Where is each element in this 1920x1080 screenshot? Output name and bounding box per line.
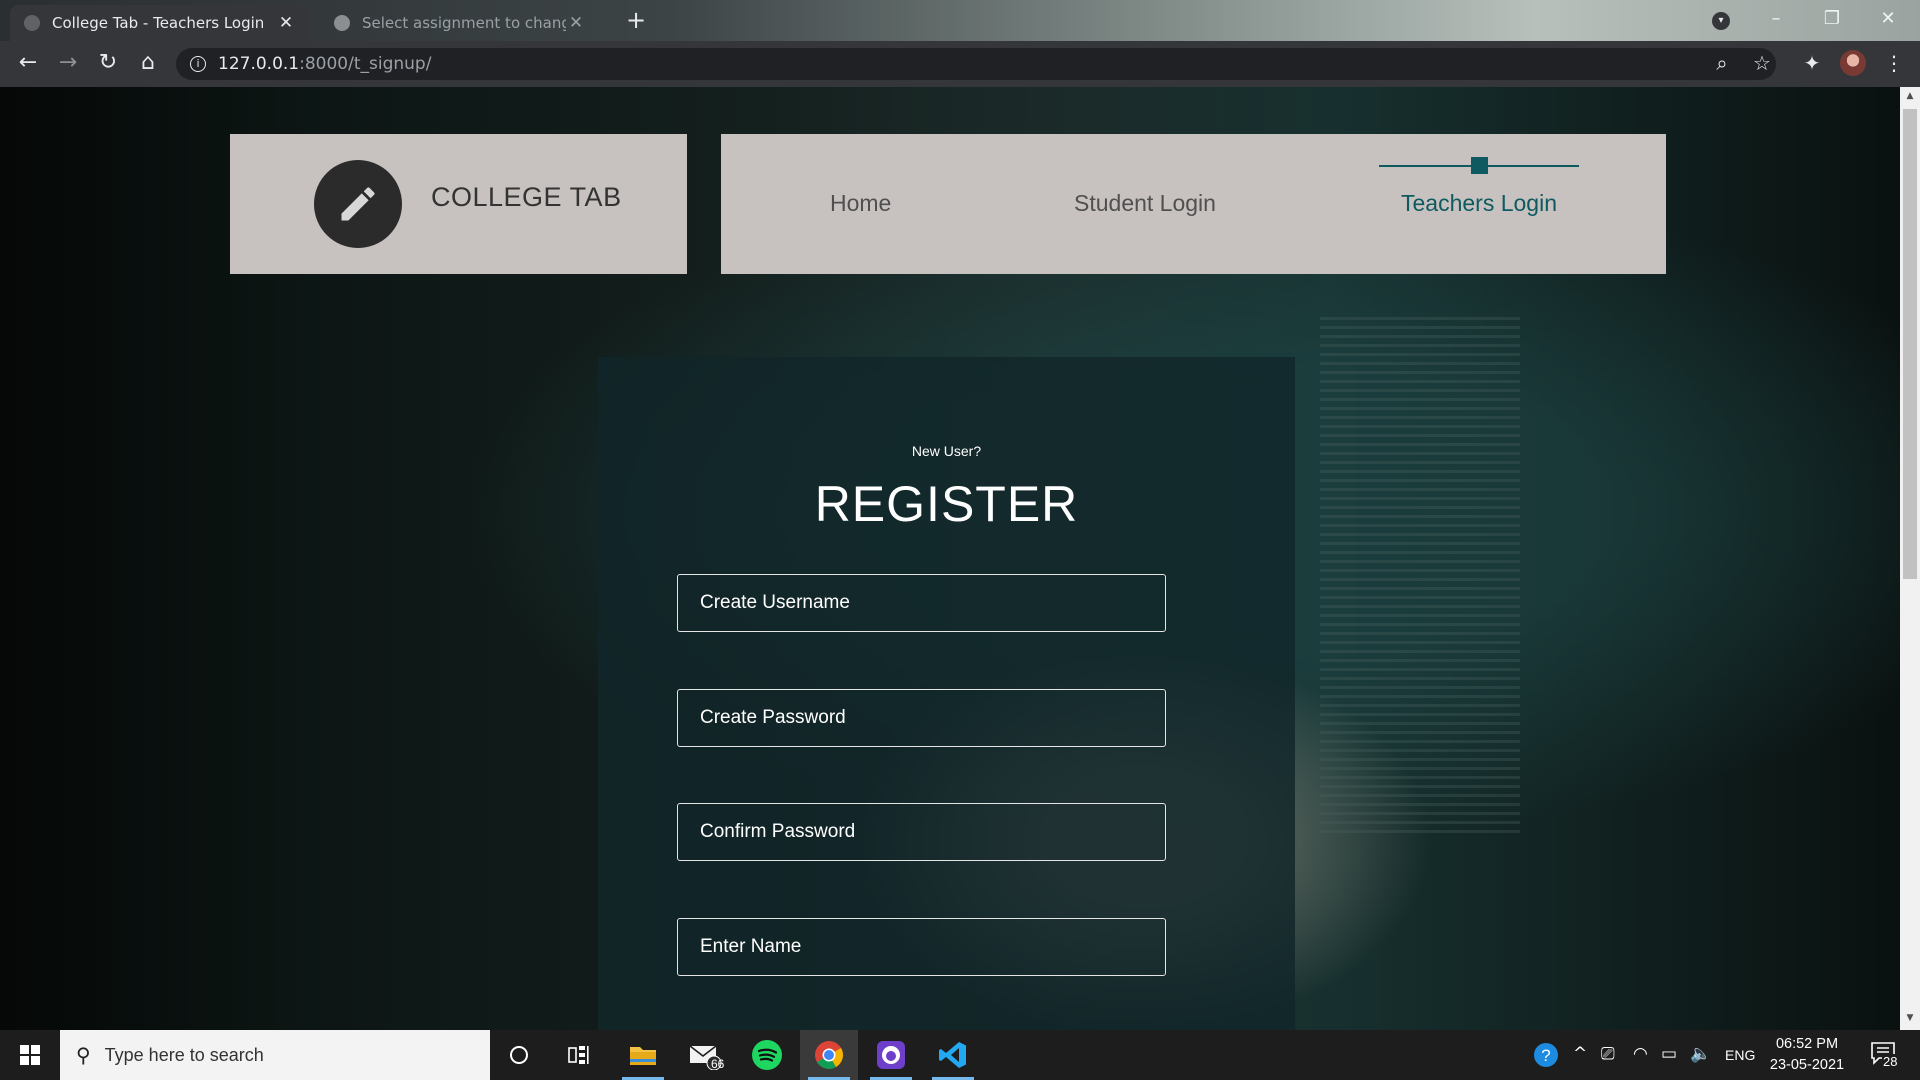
browser-menu-icon[interactable]: ⋮ — [1880, 51, 1908, 75]
url-path: :8000/t_signup/ — [299, 54, 432, 74]
main-nav: Home Student Login Teachers Login — [721, 134, 1666, 274]
url-host: 127.0.0.1 — [218, 54, 300, 74]
extensions-puzzle-icon[interactable]: ✦ — [1798, 51, 1826, 75]
page-scrollbar[interactable]: ▲ ▼ — [1900, 87, 1920, 1030]
taskbar-clock[interactable]: 06:52 PM 23-05-2021 — [1764, 1034, 1850, 1076]
tray-expand-chevron-icon[interactable]: ^ — [1573, 1044, 1587, 1064]
back-arrow-icon[interactable]: ← — [14, 50, 42, 75]
windows-start-icon[interactable] — [0, 1030, 60, 1080]
brand-name[interactable]: COLLEGE TAB — [431, 182, 622, 213]
name-input[interactable]: Enter Name — [677, 918, 1166, 976]
minimize-icon[interactable]: – — [1756, 8, 1796, 29]
tab-favicon-icon — [24, 15, 40, 31]
scroll-up-arrow-icon[interactable]: ▲ — [1900, 91, 1920, 101]
tab-close-icon[interactable]: ✕ — [276, 13, 296, 33]
logo-circle[interactable] — [314, 160, 402, 248]
nav-link-teachers-login[interactable]: Teachers Login — [1401, 190, 1557, 217]
scroll-down-arrow-icon[interactable]: ▼ — [1900, 1013, 1920, 1023]
background-photo — [1320, 317, 1520, 837]
zoom-icon[interactable]: ⌕ — [1708, 51, 1736, 75]
notification-count: 28 — [1882, 1054, 1899, 1069]
window-close-icon[interactable]: ✕ — [1868, 8, 1908, 29]
browser-tab-bar: College Tab - Teachers Login ✕ Select as… — [0, 0, 1920, 41]
register-form-panel: New User? REGISTER Create Username Creat… — [598, 357, 1295, 1030]
clock-time: 06:52 PM — [1775, 1036, 1839, 1052]
mail-badge: 66 — [711, 1057, 725, 1071]
site-info-icon[interactable]: i — [190, 56, 206, 72]
browser-toolbar: ← → ↻ ⌂ i 127.0.0.1:8000/t_signup/ ⌕ ☆ ✦… — [0, 41, 1920, 87]
tab-favicon-icon — [334, 15, 350, 31]
device-icon[interactable]: ⎚ — [1601, 1044, 1615, 1064]
profile-avatar[interactable] — [1840, 50, 1866, 76]
new-tab-plus-icon[interactable]: + — [626, 6, 646, 34]
logo-box: COLLEGE TAB — [230, 134, 687, 274]
tab-search-chevron-icon[interactable]: ▾ — [1712, 12, 1730, 30]
windows-taskbar: ⚲ Type here to search 66 ? ^ ⎚ ◠ ▭ 🔈 ENG… — [0, 1030, 1920, 1080]
nav-link-home[interactable]: Home — [830, 190, 891, 217]
username-input[interactable]: Create Username — [677, 574, 1166, 632]
wifi-icon[interactable]: ◠ — [1633, 1044, 1648, 1064]
file-explorer-icon[interactable] — [614, 1030, 672, 1080]
browser-tab-active[interactable]: College Tab - Teachers Login ✕ — [10, 5, 310, 41]
taskbar-search-box[interactable]: ⚲ Type here to search — [60, 1030, 490, 1080]
password-input[interactable]: Create Password — [677, 689, 1166, 747]
tab-close-icon[interactable]: ✕ — [566, 13, 586, 33]
home-icon[interactable]: ⌂ — [134, 50, 162, 75]
bookmark-star-icon[interactable]: ☆ — [1748, 51, 1776, 75]
cortana-icon[interactable] — [490, 1030, 548, 1080]
task-view-icon[interactable] — [550, 1030, 608, 1080]
form-subtitle: New User? — [911, 443, 982, 459]
taskbar-search-placeholder: Type here to search — [104, 1044, 264, 1065]
scrollbar-thumb[interactable] — [1903, 109, 1917, 579]
clock-date: 23-05-2021 — [1769, 1057, 1845, 1073]
search-icon: ⚲ — [76, 1044, 91, 1067]
help-icon[interactable]: ? — [1533, 1042, 1559, 1073]
tab-title: Select assignment to change | D — [362, 14, 566, 32]
nav-link-student-login[interactable]: Student Login — [1074, 190, 1216, 217]
spotify-icon[interactable] — [738, 1030, 796, 1080]
mail-icon[interactable]: 66 — [676, 1030, 734, 1080]
forward-arrow-icon[interactable]: → — [54, 50, 82, 75]
reload-icon[interactable]: ↻ — [94, 50, 122, 75]
active-nav-indicator-square — [1471, 157, 1488, 174]
page-viewport: COLLEGE TAB Home Student Login Teachers … — [0, 87, 1900, 1030]
restore-icon[interactable]: ❐ — [1812, 8, 1852, 29]
vscode-icon[interactable] — [924, 1030, 982, 1080]
github-desktop-icon[interactable] — [862, 1030, 920, 1080]
pencil-icon — [341, 187, 375, 221]
svg-text:?: ? — [1541, 1046, 1550, 1065]
browser-tab-inactive[interactable]: Select assignment to change | D ✕ — [320, 5, 600, 41]
form-title: REGISTER — [814, 476, 1079, 532]
language-indicator[interactable]: ENG — [1725, 1047, 1755, 1063]
volume-icon[interactable]: 🔈 — [1690, 1044, 1711, 1064]
chrome-icon[interactable] — [800, 1030, 858, 1080]
tab-title: College Tab - Teachers Login — [52, 14, 265, 32]
address-bar[interactable]: i 127.0.0.1:8000/t_signup/ — [176, 48, 1776, 80]
confirm-password-input[interactable]: Confirm Password — [677, 803, 1166, 861]
notification-center-icon[interactable]: 28 — [1870, 1040, 1900, 1070]
battery-icon[interactable]: ▭ — [1661, 1044, 1677, 1064]
